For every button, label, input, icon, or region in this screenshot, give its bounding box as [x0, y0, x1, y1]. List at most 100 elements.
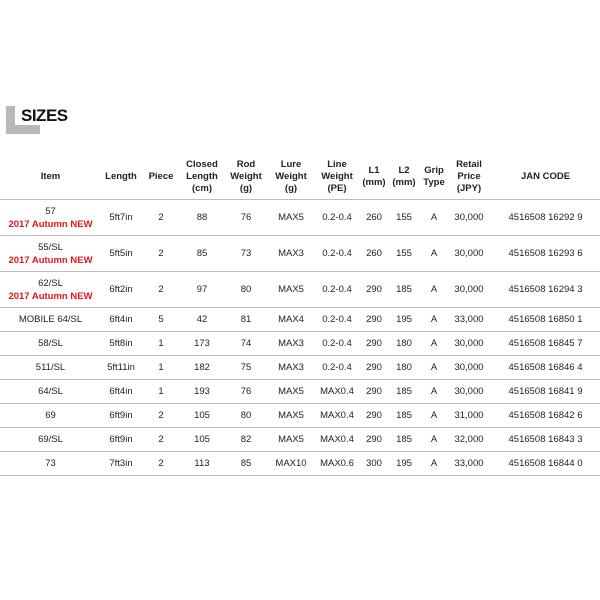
item-cell: 511/SL [0, 355, 101, 380]
table-row: 62/SL 2017 Autumn NEW 6ft2in 2 97 80 MAX5 0.2-0… [0, 271, 600, 308]
column-header-line: (cm) [191, 183, 213, 194]
new-badge: 2017 Autumn NEW [8, 254, 93, 266]
l2-cell: 195 [387, 307, 421, 332]
line-weight-cell: MAX0.6 [313, 451, 361, 476]
rod-weight-cell: 76 [223, 199, 269, 236]
column-header: Closed Length (cm) [181, 155, 223, 200]
grip-type-cell: A [421, 331, 447, 356]
piece-cell: 2 [141, 403, 181, 428]
column-header-line: Weight [275, 171, 307, 182]
l1-cell: 260 [361, 199, 387, 236]
length-cell: 6ft9in [101, 403, 141, 428]
length-cell: 6ft2in [101, 271, 141, 308]
line-weight-cell: 0.2-0.4 [313, 331, 361, 356]
length-cell: 6ft4in [101, 307, 141, 332]
grip-type-cell: A [421, 379, 447, 404]
grip-type-cell: A [421, 451, 447, 476]
l1-cell: 290 [361, 355, 387, 380]
length-cell: 6ft9in [101, 427, 141, 452]
item-cell: 58/SL [0, 331, 101, 356]
column-header-line: Price [457, 171, 481, 182]
jan-code-cell: 4516508 16842 6 [491, 403, 600, 428]
lure-weight-cell: MAX5 [269, 379, 313, 404]
column-header: L2 (mm) [387, 155, 421, 200]
column-header: Length [101, 155, 141, 200]
rod-weight-cell: 80 [223, 403, 269, 428]
column-header-line: Piece [148, 171, 174, 182]
rod-weight-cell: 73 [223, 235, 269, 272]
line-weight-cell: MAX0.4 [313, 379, 361, 404]
column-header-line: Item [40, 171, 61, 182]
closed-length-cell: 173 [181, 331, 223, 356]
section-heading: SIZES [6, 100, 126, 140]
column-header-line: JAN CODE [520, 171, 571, 182]
item-name: 57 [45, 205, 56, 217]
closed-length-cell: 105 [181, 403, 223, 428]
grip-type-cell: A [421, 271, 447, 308]
retail-price-cell: 30,000 [447, 199, 491, 236]
column-header-line: Rod [236, 159, 256, 170]
l2-cell: 180 [387, 331, 421, 356]
piece-cell: 1 [141, 331, 181, 356]
retail-price-cell: 30,000 [447, 379, 491, 404]
column-header: Line Weight (PE) [313, 155, 361, 200]
l2-cell: 195 [387, 451, 421, 476]
l1-cell: 290 [361, 307, 387, 332]
item-name: 58/SL [38, 338, 63, 349]
piece-cell: 2 [141, 427, 181, 452]
column-header-line: Grip [424, 165, 444, 176]
table-row: 511/SL 5ft11in 1 182 75 MAX3 0.2-0.4 290 180 A 30,… [0, 355, 600, 380]
l1-cell: 290 [361, 427, 387, 452]
item-cell: MOBILE 64/SL [0, 307, 101, 332]
new-badge: 2017 Autumn NEW [8, 218, 93, 230]
line-weight-cell: MAX0.4 [313, 403, 361, 428]
piece-cell: 2 [141, 271, 181, 308]
column-header-line: Length [186, 171, 218, 182]
l1-cell: 290 [361, 271, 387, 308]
line-weight-cell: 0.2-0.4 [313, 199, 361, 236]
rod-weight-cell: 74 [223, 331, 269, 356]
jan-code-cell: 4516508 16846 4 [491, 355, 600, 380]
table-row: MOBILE 64/SL 6ft4in 5 42 81 MAX4 0.2-0.4 290 195… [0, 307, 600, 332]
jan-code-cell: 4516508 16843 3 [491, 427, 600, 452]
table-row: 55/SL 2017 Autumn NEW 5ft5in 2 85 73 MAX3 0.2-0… [0, 235, 600, 272]
length-cell: 5ft11in [101, 355, 141, 380]
item-name: 511/SL [35, 362, 66, 373]
lure-weight-cell: MAX4 [269, 307, 313, 332]
item-name: 69/SL [38, 434, 63, 445]
column-header-line: Lure [280, 159, 302, 170]
column-header: Grip Type [421, 155, 447, 200]
column-header-line: Line [327, 159, 347, 170]
l1-cell: 300 [361, 451, 387, 476]
table-row: 58/SL 5ft8in 1 173 74 MAX3 0.2-0.4 290 180 A 30,00… [0, 331, 600, 356]
table-row: 64/SL 6ft4in 1 193 76 MAX5 MAX0.4 290 185 A 30,000… [0, 379, 600, 404]
column-header: Piece [141, 155, 181, 200]
column-header-line: Length [105, 171, 137, 182]
l1-cell: 290 [361, 379, 387, 404]
section-title: SIZES [21, 106, 68, 125]
column-header-line: Weight [230, 171, 262, 182]
table-body: 57 2017 Autumn NEW 5ft7in 2 88 76 MAX5 0.2-0.4 2… [0, 199, 600, 476]
column-header: JAN CODE [491, 155, 600, 200]
closed-length-cell: 193 [181, 379, 223, 404]
closed-length-cell: 97 [181, 271, 223, 308]
piece-cell: 2 [141, 451, 181, 476]
jan-code-cell: 4516508 16292 9 [491, 199, 600, 236]
jan-code-cell: 4516508 16294 3 [491, 271, 600, 308]
l2-cell: 185 [387, 427, 421, 452]
piece-cell: 5 [141, 307, 181, 332]
lure-weight-cell: MAX5 [269, 427, 313, 452]
sizes-table: Item Length Piece Closed Length (cm) Rod Weight… [0, 155, 600, 476]
grip-type-cell: A [421, 355, 447, 380]
piece-cell: 2 [141, 235, 181, 272]
rod-weight-cell: 85 [223, 451, 269, 476]
l1-cell: 260 [361, 235, 387, 272]
column-header: Rod Weight (g) [223, 155, 269, 200]
length-cell: 5ft7in [101, 199, 141, 236]
item-cell: 73 [0, 451, 101, 476]
item-name: 73 [45, 458, 56, 469]
closed-length-cell: 85 [181, 235, 223, 272]
column-header-line: (g) [284, 183, 298, 194]
column-header-line: Closed [186, 159, 218, 170]
jan-code-cell: 4516508 16850 1 [491, 307, 600, 332]
